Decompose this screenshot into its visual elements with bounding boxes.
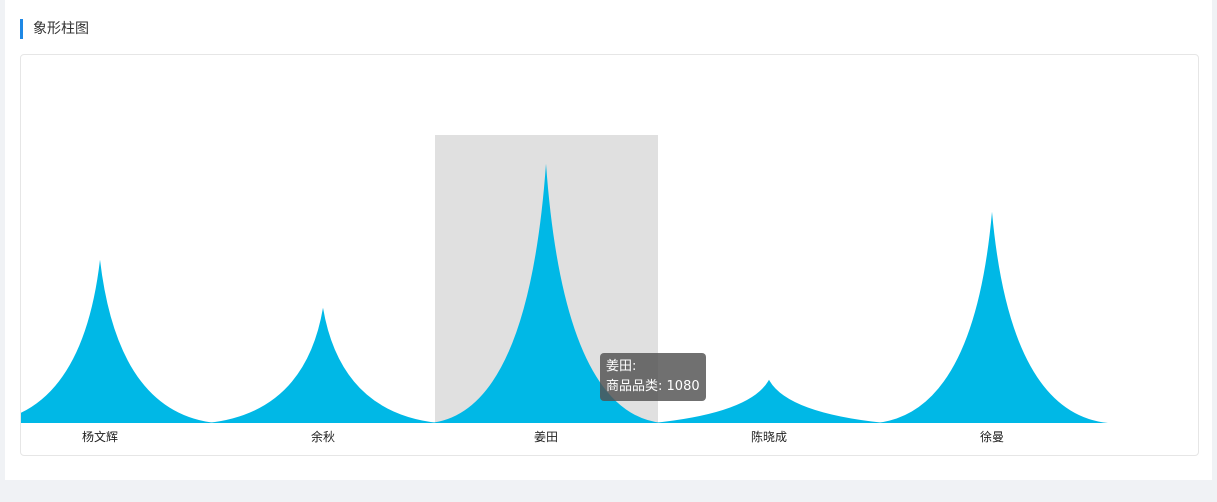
tooltip-label: 商品品类: — [606, 379, 663, 394]
x-axis-labels: 杨文辉 余秋 姜田 陈晓成 徐曼 — [82, 429, 1004, 444]
bar-余秋[interactable] — [207, 307, 439, 423]
x-tick-label: 陈晓成 — [751, 429, 787, 444]
x-tick-label: 杨文辉 — [82, 429, 118, 444]
bar-杨文辉[interactable] — [21, 259, 216, 423]
x-tick-label: 徐曼 — [980, 429, 1004, 444]
tooltip-value: 1080 — [666, 379, 700, 394]
tooltip-name: 姜田: — [606, 359, 637, 374]
bar-徐曼[interactable] — [876, 211, 1108, 423]
chart-card: 杨文辉 余秋 姜田 陈晓成 徐曼 姜田: 商品品类: 1080 — [20, 54, 1199, 456]
panel: 象形柱图 杨文辉 余秋 姜田 陈晓成 徐曼 姜田: 商品品类: 1080 — [5, 0, 1212, 480]
tooltip-row: 商品品类: 1080 — [606, 377, 700, 397]
title-accent-bar — [20, 19, 23, 39]
panel-header: 象形柱图 — [20, 18, 89, 40]
x-tick-label: 姜田 — [534, 430, 558, 444]
x-tick-label: 余秋 — [311, 429, 335, 444]
tooltip: 姜田: 商品品类: 1080 — [600, 353, 706, 401]
panel-title: 象形柱图 — [33, 21, 89, 37]
